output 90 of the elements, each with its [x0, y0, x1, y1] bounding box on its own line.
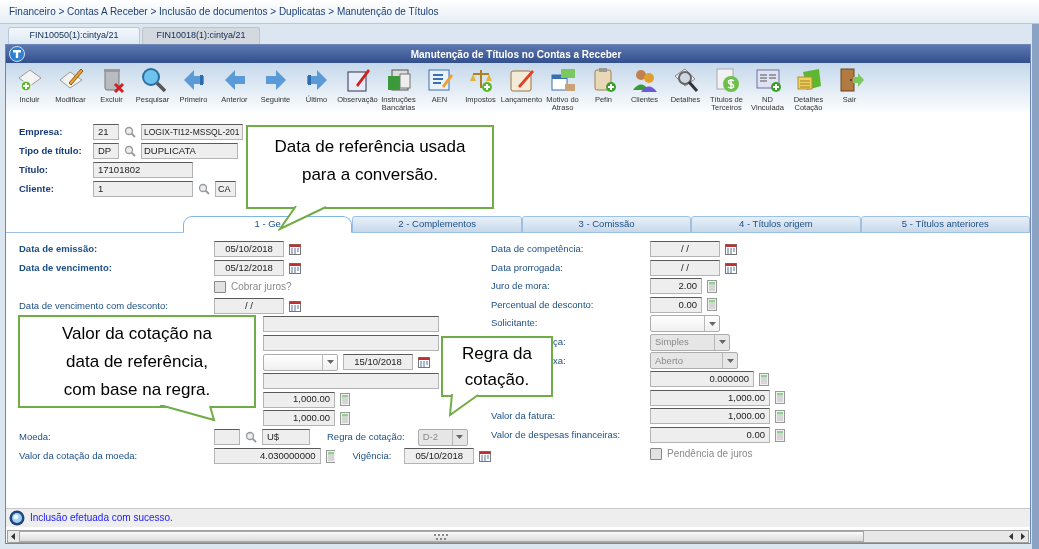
- callout: Regra da cotação.: [441, 336, 553, 397]
- dropdown[interactable]: [263, 353, 338, 371]
- info-globe-icon: [9, 509, 25, 526]
- callout-pointer: [448, 394, 480, 417]
- number-field[interactable]: 1,000.00: [650, 408, 770, 425]
- callout-pointer: [158, 405, 216, 422]
- number-field[interactable]: 4.030000000: [214, 448, 321, 464]
- form-tab[interactable]: 3 - Comissão: [521, 215, 692, 233]
- scroll-thumb[interactable]: [19, 531, 864, 542]
- text-field[interactable]: 21: [93, 124, 119, 141]
- search-icon[interactable]: [245, 431, 257, 444]
- status-message: Inclusão efetuada com sucesso.: [30, 511, 173, 526]
- field-label: Juro de mora:: [491, 279, 551, 294]
- search-icon[interactable]: [124, 145, 136, 158]
- date-field[interactable]: 15/10/2018: [343, 354, 413, 370]
- text-field[interactable]: 17101802: [93, 162, 193, 179]
- calendar-icon[interactable]: [289, 262, 301, 275]
- calculator-icon[interactable]: [707, 298, 717, 312]
- form-tab[interactable]: 4 - Títulos origem: [691, 215, 861, 233]
- caret-icon: [708, 321, 716, 326]
- text-field[interactable]: DUPLICATA: [141, 143, 238, 160]
- field-label: Título:: [19, 163, 49, 178]
- text-field[interactable]: [214, 429, 240, 446]
- calculator-icon[interactable]: [340, 411, 350, 425]
- search-icon[interactable]: [198, 183, 210, 196]
- calculator-icon[interactable]: [775, 410, 785, 423]
- field-label: Solicitante:: [491, 316, 539, 331]
- number-field[interactable]: 1,000.00: [650, 389, 770, 406]
- calendar-icon[interactable]: [418, 356, 430, 368]
- field-label: ça:: [552, 335, 567, 349]
- date-field[interactable]: 05/10/2018: [214, 241, 284, 258]
- field-label: Data prorrogada:: [491, 260, 564, 275]
- horizontal-scrollbar[interactable]: [7, 530, 1029, 543]
- calculator-icon[interactable]: [759, 372, 769, 386]
- date-field[interactable]: / /: [650, 259, 720, 276]
- field-label: Valor de despesas financeiras:: [491, 427, 622, 442]
- calculator-icon[interactable]: [340, 393, 350, 407]
- calculator-icon[interactable]: [325, 449, 336, 463]
- caret-icon: [456, 435, 464, 440]
- field-label: Cliente:: [19, 182, 55, 197]
- text-field[interactable]: [263, 335, 439, 352]
- text-field[interactable]: [263, 372, 439, 389]
- date-field[interactable]: / /: [650, 241, 720, 258]
- text-field[interactable]: U$: [262, 429, 310, 446]
- calendar-icon[interactable]: [479, 450, 491, 462]
- form-tab[interactable]: 2 - Complementos: [352, 215, 522, 233]
- field-label: Empresa:: [19, 125, 64, 140]
- field-label: Percentual de desconto:: [491, 297, 595, 312]
- calendar-icon[interactable]: [725, 243, 737, 256]
- field-label: Vigência:: [352, 448, 392, 463]
- field-label: Data de emissão:: [19, 242, 99, 257]
- window-tab[interactable]: FIN10050(1):cintya/21: [8, 27, 140, 44]
- field-label: Data de vencimento:: [19, 260, 113, 275]
- calendar-icon[interactable]: [725, 261, 737, 274]
- calculator-icon[interactable]: [707, 279, 717, 293]
- search-icon[interactable]: [124, 126, 136, 139]
- text-field[interactable]: LOGIX-TI12-MSSQL-201: [141, 124, 243, 141]
- window-tab[interactable]: FIN10018(1):cintya/21: [142, 27, 260, 44]
- text-field[interactable]: [263, 316, 439, 333]
- number-field[interactable]: 0.00: [650, 296, 702, 313]
- field-label: Data de competência:: [491, 242, 585, 256]
- number-field[interactable]: 2.00: [650, 278, 702, 295]
- dropdown[interactable]: [650, 315, 720, 332]
- document-plus-icon: [753, 66, 782, 95]
- calculator-icon[interactable]: [775, 428, 785, 442]
- calculator-icon[interactable]: [775, 391, 785, 405]
- field-label: Valor da cotação da moeda:: [19, 448, 139, 463]
- calendar-icon[interactable]: [289, 243, 301, 256]
- field-label: Regra de cotação:: [327, 430, 405, 445]
- field-label: Moeda:: [19, 430, 52, 445]
- number-field[interactable]: 1,000.00: [263, 410, 335, 427]
- date-field[interactable]: 05/10/2018: [404, 448, 475, 464]
- form-tab[interactable]: 5 - Títulos anteriores: [860, 215, 1031, 233]
- field-label: Valor da fatura:: [491, 409, 557, 424]
- breadcrumb: Financeiro > Contas A Receber > Inclusão de documentos > Duplicatas > Manutenção de Títulos: [9, 5, 439, 19]
- caret-icon: [718, 340, 726, 345]
- calendar-icon[interactable]: [289, 299, 301, 312]
- text-field[interactable]: CA: [215, 181, 236, 198]
- number-field[interactable]: 0.00: [650, 427, 770, 444]
- date-field[interactable]: 05/12/2018: [214, 260, 284, 277]
- window-title: Manutenção de Títulos no Contas a Receber: [409, 47, 623, 62]
- field-label: Data de vencimento com desconto:: [19, 298, 169, 313]
- field-label: Tipo de título:: [19, 144, 83, 159]
- text-field[interactable]: DP: [93, 143, 119, 160]
- number-field[interactable]: 0.000000: [650, 371, 754, 388]
- caret-icon: [326, 360, 334, 364]
- text-field[interactable]: 1: [93, 181, 193, 198]
- date-field[interactable]: / /: [214, 297, 284, 314]
- caret-icon: [726, 358, 734, 363]
- number-field[interactable]: 1,000.00: [263, 391, 335, 408]
